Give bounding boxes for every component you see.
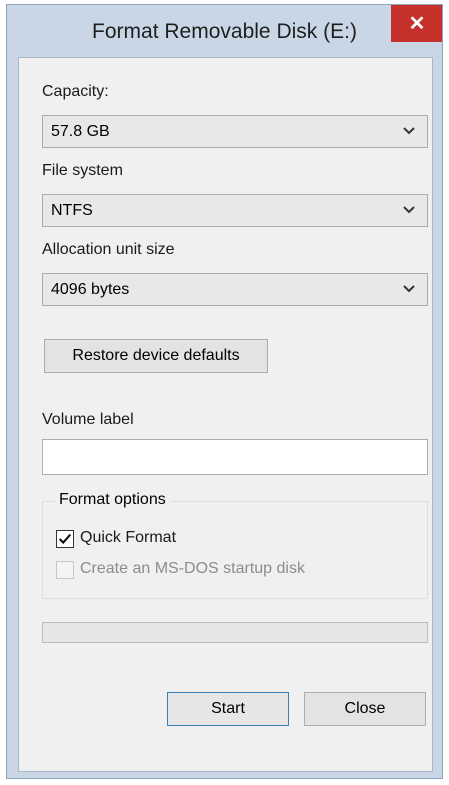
capacity-dropdown[interactable]: 57.8 GB xyxy=(42,115,428,148)
capacity-value: 57.8 GB xyxy=(51,123,110,140)
window-close-button[interactable]: ✕ xyxy=(391,5,442,42)
chevron-down-icon xyxy=(403,127,415,135)
quick-format-label: Quick Format xyxy=(80,529,177,546)
volume-label-input[interactable] xyxy=(42,439,428,475)
close-icon: ✕ xyxy=(408,13,426,35)
msdos-startup-checkbox[interactable] xyxy=(56,561,74,579)
format-dialog: Format Removable Disk (E:) ✕ Capacity: 5… xyxy=(6,4,443,779)
allocation-dropdown[interactable]: 4096 bytes xyxy=(42,273,428,306)
format-progress-bar xyxy=(42,622,428,643)
file-system-label: File system xyxy=(42,162,123,179)
quick-format-checkbox[interactable] xyxy=(56,530,74,548)
msdos-startup-label: Create an MS-DOS startup disk xyxy=(80,560,305,577)
capacity-label: Capacity: xyxy=(42,83,109,100)
dialog-body: Capacity: 57.8 GB File system NTFS Alloc… xyxy=(18,57,433,772)
chevron-down-icon xyxy=(403,285,415,293)
checkmark-icon xyxy=(58,533,72,545)
volume-label-label: Volume label xyxy=(42,411,134,428)
format-options-title: Format options xyxy=(55,491,170,509)
window-title: Format Removable Disk (E:) xyxy=(92,20,357,43)
restore-defaults-button[interactable]: Restore device defaults xyxy=(44,339,268,373)
allocation-value: 4096 bytes xyxy=(51,281,130,298)
start-button[interactable]: Start xyxy=(167,692,289,726)
allocation-label: Allocation unit size xyxy=(42,241,175,258)
format-options-group xyxy=(42,501,428,599)
chevron-down-icon xyxy=(403,206,415,214)
file-system-value: NTFS xyxy=(51,202,93,219)
title-bar[interactable]: Format Removable Disk (E:) ✕ xyxy=(7,5,442,57)
file-system-dropdown[interactable]: NTFS xyxy=(42,194,428,227)
close-button[interactable]: Close xyxy=(304,692,426,726)
